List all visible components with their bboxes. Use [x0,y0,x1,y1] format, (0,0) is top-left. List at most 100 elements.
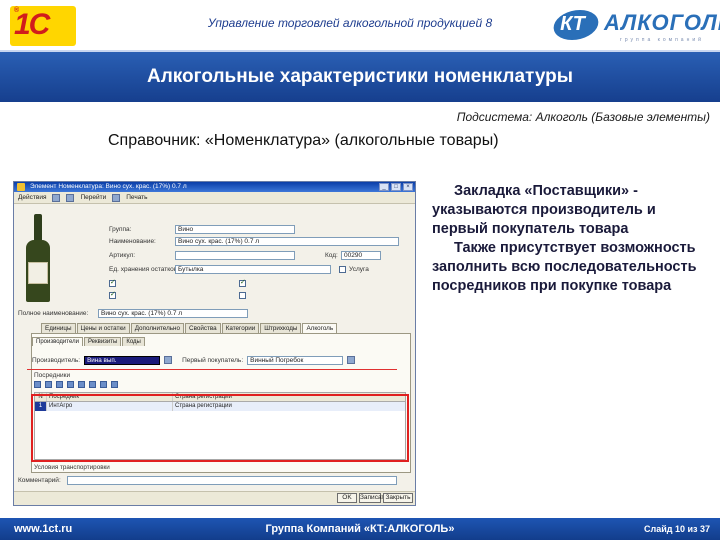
kt-logo-mark: КТ [549,10,603,40]
article-label: Артикул: [109,251,136,259]
tab-units[interactable]: Единицы [41,323,76,333]
edit-row-icon[interactable] [56,381,63,388]
unit-field[interactable]: Бутылка [175,264,331,274]
close-icon[interactable]: × [403,183,413,191]
slide-header: 1С ® Управление торговлей алкогольной пр… [0,0,720,50]
description-text: Закладка «Поставщики» - указываются прои… [432,182,702,296]
item-form-window: Элемент Номенклатура: Вино сух. крас. (1… [13,181,416,506]
subsystem-label: Подсистема: Алкоголь (Базовые элементы) [456,110,710,124]
subtab-codes[interactable]: Коды [122,337,145,346]
subtab-producers[interactable]: Производители [32,337,83,346]
window-icon [17,183,25,191]
bottle-label [28,262,48,284]
description-para-2: Также присутствует возможность заполнить… [432,240,697,294]
tab-additional[interactable]: Дополнительно [130,323,185,333]
window-titlebar: Элемент Номенклатура: Вино сух. крас. (1… [14,182,415,192]
form-tabs: Единицы Цены и остатки Дополнительно Сво… [41,323,338,333]
producer-label: Производитель: [32,356,81,364]
unit-row: Ед. хранения остатков: Бутылка Услуга [109,264,369,274]
name-row: Наименование: Вино сух. крас. (17%) 0.7 … [109,236,399,246]
service-checkbox[interactable] [339,265,346,273]
sort-asc-icon[interactable] [100,381,107,388]
tab-alcohol[interactable]: Алкоголь [302,323,338,333]
tab-categories[interactable]: Категории [221,323,260,333]
copy-row-icon[interactable] [45,381,52,388]
full-name-field[interactable]: Вино сух. крас. (17%) 0.7 л [98,308,248,318]
header-title: Управление торговлей алкогольной продукц… [207,16,493,30]
product-image [22,214,54,304]
first-buyer-field[interactable]: Винный Погребок [247,355,344,365]
code-field[interactable]: 00290 [341,250,381,260]
tab-properties[interactable]: Свойства [185,323,221,333]
footer-slide-number: Слайд 10 из 37 [644,524,710,534]
toolbar-print[interactable]: Печать [126,194,147,201]
kt-alcohol-logo: КТ АЛКОГОЛЬ группа компаний [549,8,720,46]
comment-row: Комментарий: [18,476,397,485]
bottle-neck [34,214,42,242]
kt-logo-mark-text: КТ [560,13,585,35]
footer-company: Группа Компаний «КТ:АЛКОГОЛЬ» [265,523,455,535]
flag-checkbox-3[interactable] [109,290,116,299]
group-field[interactable]: Вино [175,224,295,234]
flags-row-1 [109,278,249,288]
full-name-row: Полное наименование: Вино сух. крас. (17… [18,308,248,318]
form-toolbar: Действия Перейти Печать [14,192,415,204]
registered-mark: ® [14,7,19,14]
move-down-icon[interactable] [89,381,96,388]
kt-logo-sub: группа компаний [620,37,704,43]
flags-row-2 [109,290,249,300]
form-footer: OK Записать Закрыть [14,491,415,505]
conditions-label: Условия транспортировки [34,464,110,471]
toolbar-goto[interactable]: Перейти [80,194,106,201]
maximize-icon[interactable]: □ [391,183,401,191]
close-button[interactable]: Закрыть [383,493,413,503]
toolbar-actions[interactable]: Действия [18,194,46,201]
intermediaries-label: Посредники [34,372,71,379]
print-icon[interactable] [112,193,121,202]
flag-checkbox-4[interactable] [239,291,246,299]
reference-label: Справочник: «Номенклатура» (алкогольные … [108,132,499,149]
code-label: Код: [325,251,338,259]
producer-row: Производитель: Вина вып. Первый покупате… [32,353,407,367]
select-icon[interactable] [164,356,173,364]
tab-barcodes[interactable]: Штрихкоды [260,323,302,333]
description-para-1: Закладка «Поставщики» - указываются прои… [432,183,656,237]
window-controls: _ □ × [379,183,413,191]
move-up-icon[interactable] [78,381,85,388]
group-label: Группа: [109,225,132,233]
tab-prices[interactable]: Цены и остатки [76,323,130,333]
save-button[interactable]: Записать [359,493,388,503]
ok-button[interactable]: OK [337,493,357,503]
comment-field[interactable] [66,476,397,485]
alcohol-subtabs: Производители Реквизиты Коды [32,337,145,346]
minimize-icon[interactable]: _ [379,183,389,191]
highlight-box [31,394,409,462]
sort-desc-icon[interactable] [111,381,118,388]
grid-toolbar [34,381,118,388]
flag-checkbox-1[interactable] [109,278,116,287]
flag-checkbox-2[interactable] [239,278,246,287]
select-buyer-icon[interactable] [347,356,356,364]
add-row-icon[interactable] [34,381,41,388]
save-icon[interactable] [52,193,61,202]
comment-label: Комментарий: [18,477,61,484]
service-label: Услуга [349,265,369,273]
article-field[interactable] [175,250,295,260]
first-buyer-label: Первый покупатель: [182,356,244,364]
full-name-label: Полное наименование: [18,309,89,317]
title-banner: Алкогольные характеристики номенклатуры [0,50,720,102]
delete-row-icon[interactable] [67,381,74,388]
kt-logo-word: АЛКОГОЛЬ [604,10,720,35]
name-label: Наименование: [109,237,156,245]
name-field[interactable]: Вино сух. крас. (17%) 0.7 л [175,236,399,246]
highlight-underline [27,369,397,370]
refresh-icon[interactable] [66,193,75,202]
article-row: Артикул: Код: 00290 [109,250,381,260]
service-checkbox-wrap: Услуга [339,265,369,273]
subtab-details[interactable]: Реквизиты [83,337,122,346]
slide-footer: www.1ct.ru Группа Компаний «КТ:АЛКОГОЛЬ»… [0,518,720,540]
group-row: Группа: Вино [109,224,295,234]
producer-field[interactable]: Вина вып. [84,355,161,365]
slide-title: Алкогольные характеристики номенклатуры [147,66,573,87]
window-title: Элемент Номенклатура: Вино сух. крас. (1… [30,183,187,190]
